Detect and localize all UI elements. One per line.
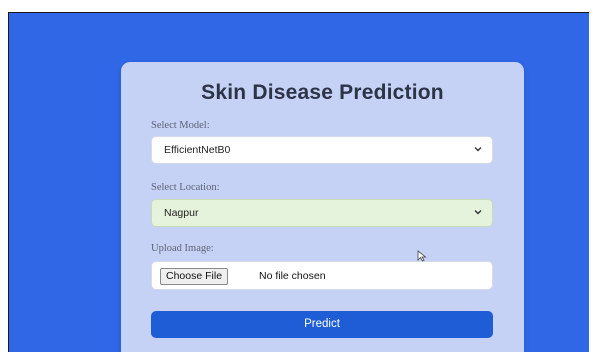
mouse-cursor-icon (417, 250, 427, 262)
form-title: Skin Disease Prediction (201, 81, 444, 104)
predict-button[interactable]: Predict (151, 311, 493, 338)
chevron-down-icon (474, 147, 482, 152)
model-select-value: EfficientNetB0 (164, 144, 231, 156)
model-select[interactable]: EfficientNetB0 (151, 136, 493, 164)
chevron-down-icon (474, 210, 482, 215)
file-upload-field: Choose File No file chosen (151, 261, 493, 290)
page-background: Skin Disease Prediction Select Model: Ef… (8, 12, 589, 352)
choose-file-button[interactable]: Choose File (160, 268, 229, 285)
model-label: Select Model: (151, 120, 210, 131)
location-label: Select Location: (151, 182, 220, 193)
location-select-value: Nagpur (164, 207, 199, 219)
upload-label: Upload Image: (151, 243, 214, 254)
location-select[interactable]: Nagpur (151, 199, 493, 227)
file-status-text: No file chosen (259, 270, 326, 282)
prediction-form-card: Skin Disease Prediction Select Model: Ef… (121, 62, 524, 352)
